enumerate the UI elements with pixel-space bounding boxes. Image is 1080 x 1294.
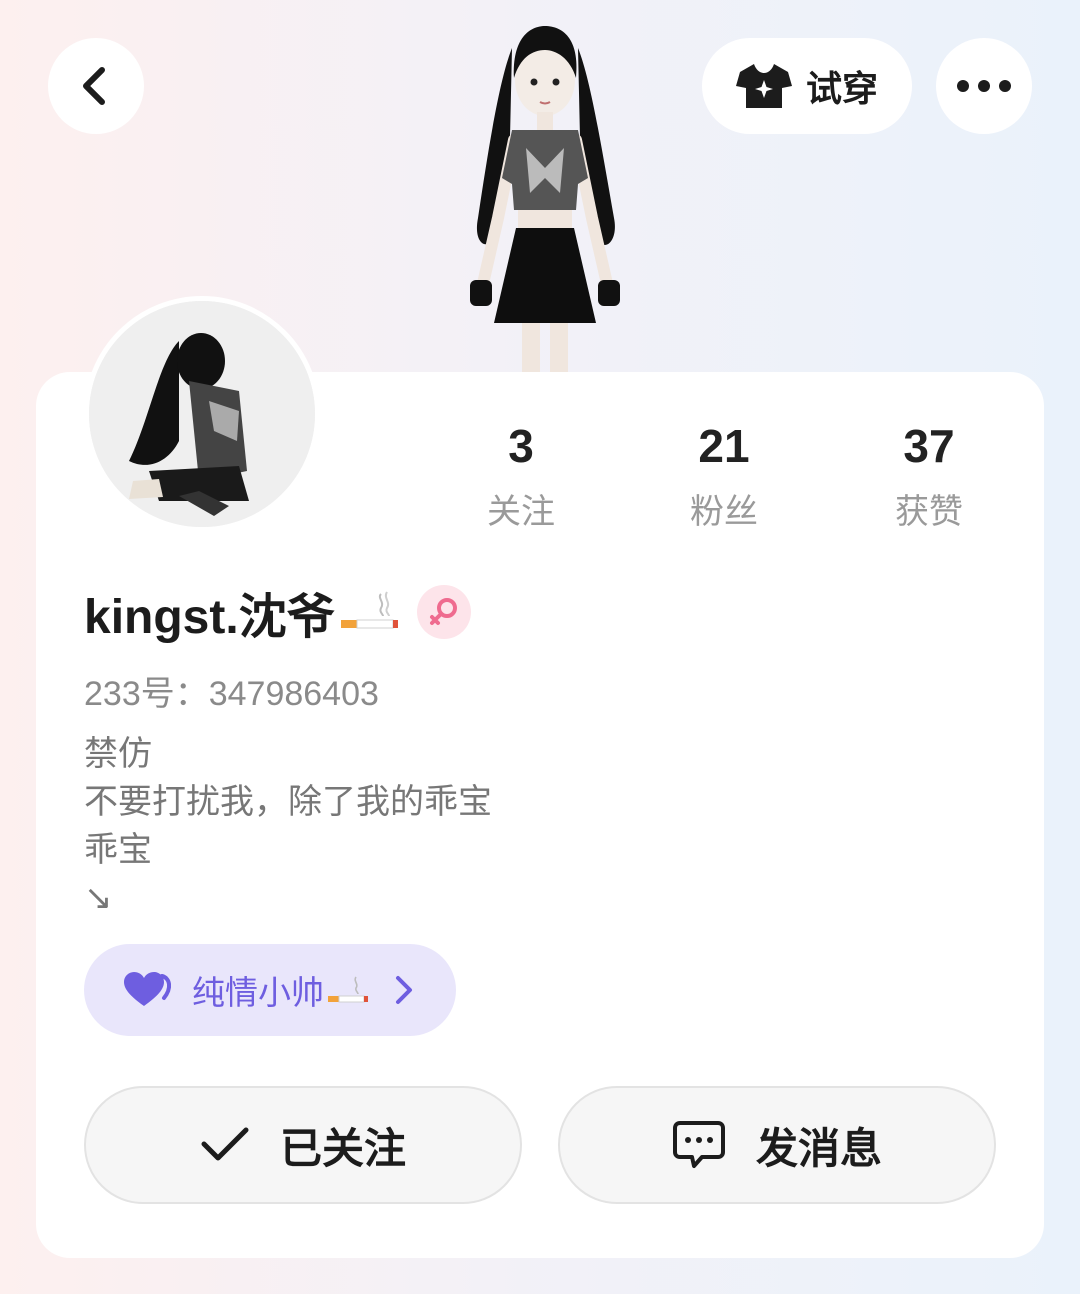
stat-label: 关注 [487,492,555,532]
chevron-right-icon [396,976,412,1004]
stat-value: 3 [508,420,534,472]
relation-tag-label: 纯情小帅 [192,973,324,1012]
bio-line: 不要打扰我，除了我的乖宝 [84,782,492,822]
try-on-button[interactable]: 试穿 [702,38,912,134]
username: kingst.沈爷 [84,591,335,644]
avatar[interactable] [84,296,320,532]
female-icon [429,598,457,625]
stat-label: 获赞 [895,492,963,532]
gender-badge [416,585,471,639]
bio: 禁仿 不要打扰我，除了我的乖宝 乖宝 ↘ [84,730,492,922]
avatar-character-figure [470,26,620,378]
stat-label: 粉丝 [690,492,758,532]
stat-value: 37 [903,420,955,472]
stat-following[interactable]: 3 关注 [421,420,621,533]
send-message-button[interactable]: 发消息 [558,1086,996,1204]
check-icon [201,1127,249,1161]
more-horizontal-icon [957,80,1011,92]
cigarette-icon [340,591,398,629]
heart-icon [124,972,171,1006]
more-button[interactable] [936,38,1032,134]
chat-bubble-icon [672,1121,725,1168]
avatar-figure-image [89,301,315,527]
send-message-label: 发消息 [755,1123,882,1173]
following-label: 已关注 [279,1123,406,1173]
chevron-left-icon [83,67,105,105]
user-id: 233号：347986403 [84,675,379,713]
bio-line: 禁仿 [84,734,152,774]
back-button[interactable] [48,38,144,134]
bio-line: ↘ [84,878,113,918]
relation-tag-button[interactable]: 纯情小帅 [84,944,456,1036]
try-on-label: 试穿 [805,69,878,110]
tshirt-sparkle-icon [735,64,792,108]
cigarette-icon [328,976,368,1003]
stat-value: 21 [698,420,750,472]
bio-line: 乖宝 [84,830,152,870]
stat-likes[interactable]: 37 获赞 [829,420,1029,533]
stat-fans[interactable]: 21 粉丝 [624,420,824,533]
name-row: kingst.沈爷 [84,582,471,644]
following-button[interactable]: 已关注 [84,1086,522,1204]
